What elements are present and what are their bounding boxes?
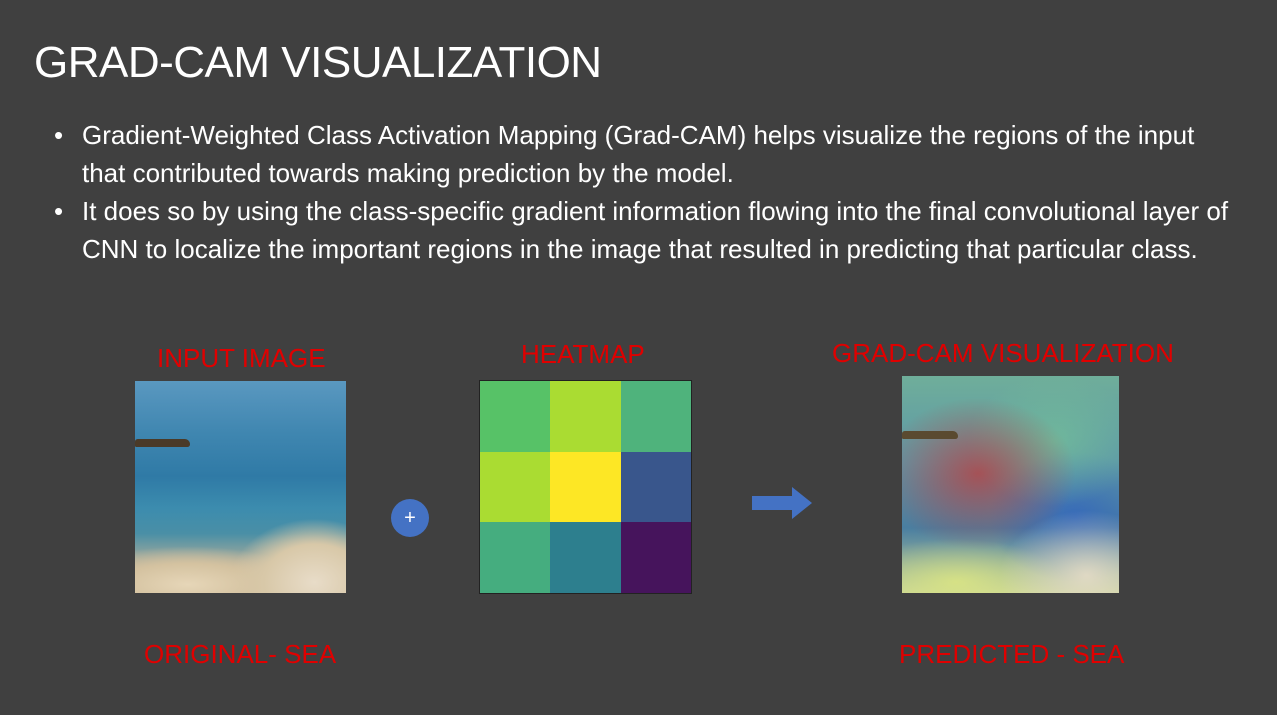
bullet-item: • It does so by using the class-specific…: [52, 192, 1232, 268]
heatmap-cell-4: [550, 451, 621, 523]
heatmap-cell-8: [620, 522, 691, 593]
heatmap-cell-1: [550, 381, 621, 452]
heatmap-cell-3: [480, 451, 551, 523]
predicted-caption: PREDICTED - SEA: [899, 639, 1125, 669]
rock-outcrop: [902, 431, 959, 439]
heatmap-cell-5: [620, 451, 691, 523]
heatmap-label: HEATMAP: [521, 339, 645, 369]
heatmap-cell-7: [550, 522, 621, 593]
gradcam-label: GRAD-CAM VISUALIZATION: [832, 338, 1174, 368]
slide-title: GRAD-CAM VISUALIZATION: [34, 38, 602, 87]
input-image: [135, 381, 346, 593]
bullet-text: It does so by using the class-specific g…: [82, 196, 1229, 264]
gradcam-output-image: [902, 376, 1119, 593]
input-image-label: INPUT IMAGE: [157, 343, 326, 373]
bullet-glyph: •: [54, 120, 64, 150]
bullet-list: • Gradient-Weighted Class Activation Map…: [52, 116, 1232, 268]
bullet-glyph: •: [54, 196, 64, 226]
heatmap-cell-2: [620, 381, 691, 452]
right-arrow-icon: [752, 487, 812, 519]
heatmap-cell-0: [480, 381, 551, 452]
original-caption: ORIGINAL- SEA: [144, 639, 337, 669]
plus-circle-icon: +: [391, 499, 429, 537]
heatmap-grid: [479, 380, 692, 594]
bullet-text: Gradient-Weighted Class Activation Mappi…: [82, 120, 1195, 188]
rock-outcrop: [135, 439, 190, 447]
bullet-item: • Gradient-Weighted Class Activation Map…: [52, 116, 1232, 192]
heatmap-cell-6: [480, 522, 551, 593]
